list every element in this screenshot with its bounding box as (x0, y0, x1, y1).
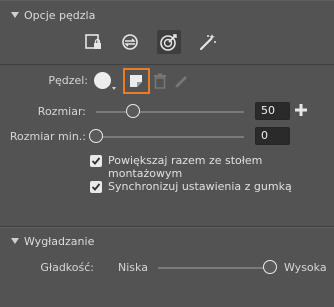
collapse-triangle-icon[interactable] (11, 12, 19, 18)
new-brush-button[interactable] (128, 73, 144, 92)
smoothing-brush-button[interactable] (196, 30, 220, 54)
smoothness-slider-knob[interactable] (263, 260, 277, 274)
brush-tip-lock-icon (85, 34, 101, 49)
top-divider (0, 0, 334, 1)
collapse-triangle-icon[interactable] (11, 238, 19, 244)
increase-size-button[interactable] (294, 103, 308, 120)
brush-picker-dropdown-icon[interactable] (112, 87, 116, 90)
size-slider-knob[interactable] (126, 104, 140, 118)
checkmark-icon (91, 157, 101, 165)
target-brush-button[interactable] (157, 30, 181, 54)
edit-brush-button[interactable] (173, 72, 189, 91)
size-slider-track[interactable] (96, 111, 244, 113)
smoothness-slider-track[interactable] (158, 267, 270, 269)
section-divider (0, 64, 334, 65)
transfer-settings-button[interactable] (118, 30, 142, 54)
min-size-label: Rozmiar min.: (9, 130, 86, 143)
min-size-slider-knob[interactable] (89, 129, 103, 143)
smoothness-high-label: Wysoka (284, 261, 327, 274)
delete-brush-button[interactable] (153, 73, 167, 92)
smoothing-title: Wygładzanie (24, 234, 95, 248)
transfer-settings-icon (122, 34, 138, 50)
smoothing-divider-light (0, 227, 334, 228)
smoothness-label: Gładkość: (40, 261, 94, 274)
brush-label: Pędzel: (48, 74, 88, 87)
plus-icon (295, 104, 307, 116)
brush-preview-circle[interactable] (94, 72, 111, 89)
brush-options-header[interactable]: Opcje pędzla (0, 6, 334, 24)
smoothing-brush-icon (199, 34, 216, 51)
sync-eraser-checkbox[interactable] (90, 181, 102, 193)
min-size-slider-track[interactable] (96, 136, 244, 138)
sync-eraser-label[interactable]: Synchronizuj ustawienia z gumką (108, 180, 292, 193)
zoom-with-artboard-label[interactable]: Powiększaj razem ze stołem montażowym (108, 154, 334, 180)
brush-tip-lock-button[interactable] (81, 30, 105, 54)
size-label: Rozmiar: (37, 105, 86, 118)
size-value-field[interactable]: 50 (255, 102, 290, 120)
new-brush-icon (130, 75, 142, 87)
checkmark-icon (91, 183, 101, 191)
smoothness-low-label: Niska (118, 261, 148, 274)
brush-options-title: Opcje pędzla (24, 8, 96, 22)
smoothing-header[interactable]: Wygładzanie (0, 232, 334, 250)
trash-icon (154, 73, 166, 89)
min-size-value-field[interactable]: 0 (255, 127, 290, 145)
target-brush-icon (160, 34, 177, 51)
pencil-icon (175, 76, 187, 88)
zoom-with-artboard-checkbox[interactable] (90, 155, 102, 167)
